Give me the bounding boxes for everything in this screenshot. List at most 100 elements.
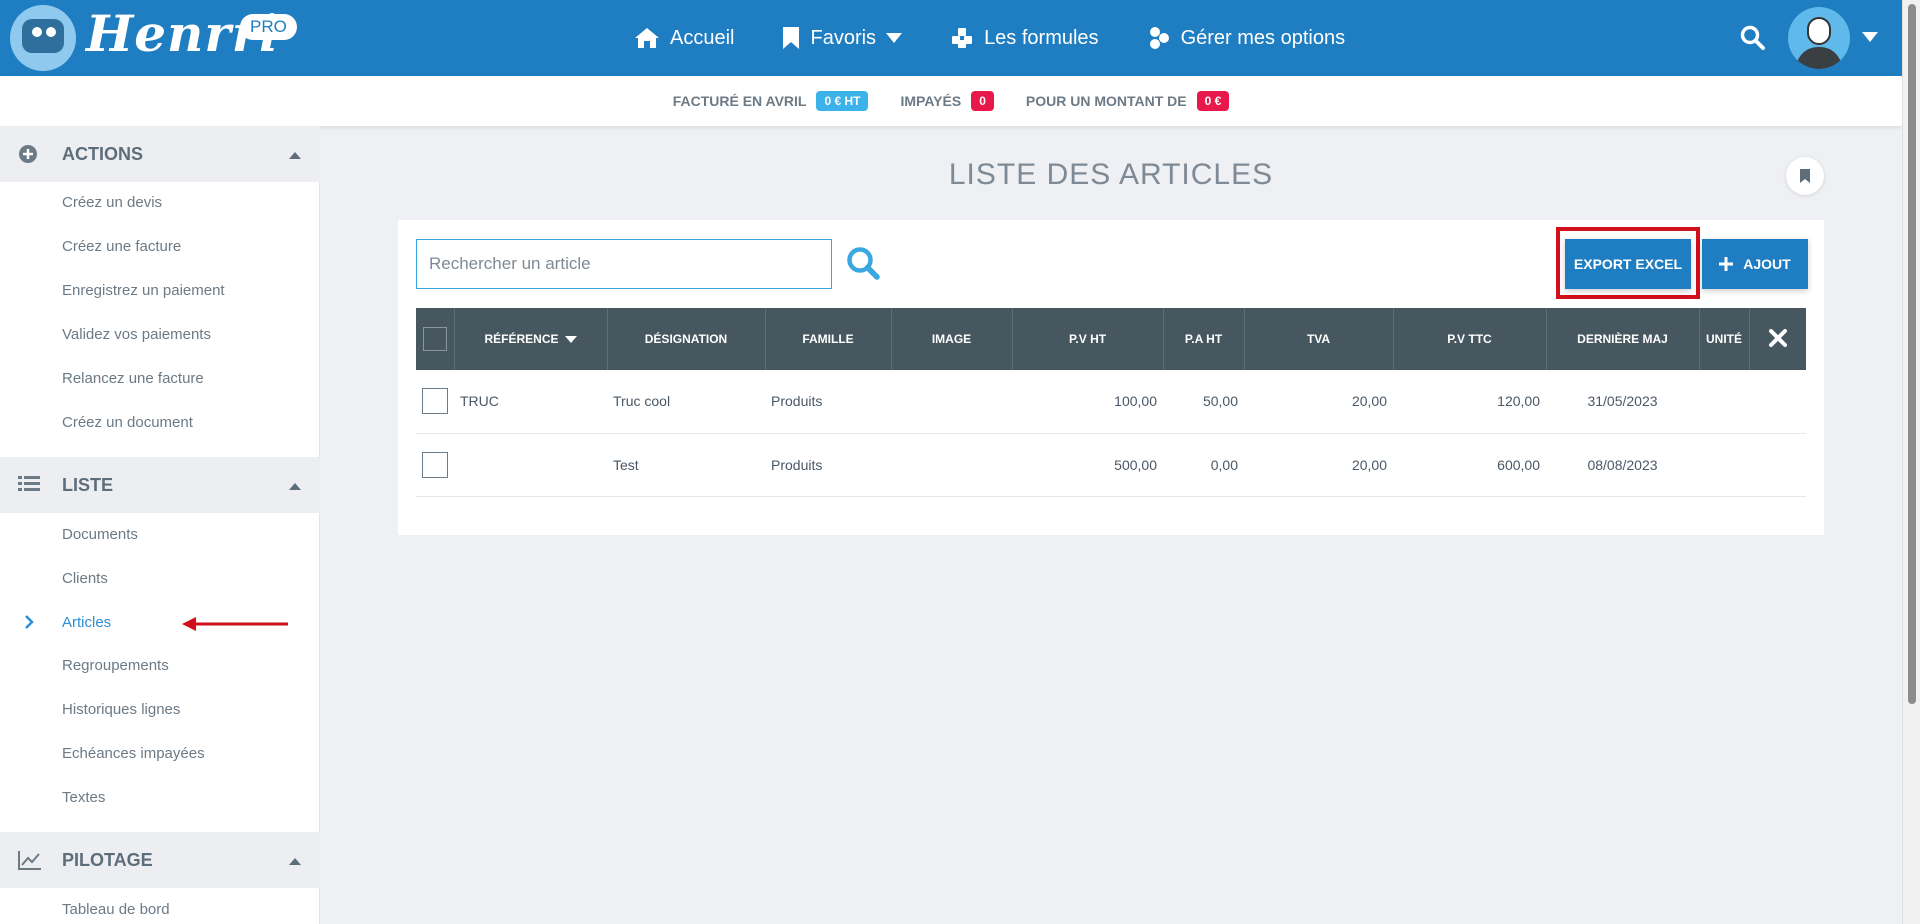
- top-navbar: Henrri PRO Accueil Favoris Les formules …: [0, 0, 1902, 76]
- plus-circle-icon: [19, 145, 37, 163]
- robot-face: [22, 19, 64, 53]
- col-unite[interactable]: UNITÉ: [1699, 308, 1750, 370]
- options-icon: [1149, 27, 1169, 49]
- table-header-row: RÉFÉRENCE DÉSIGNATION FAMILLE IMAGE P.V …: [416, 308, 1806, 370]
- cell-unite: [1699, 433, 1749, 496]
- bookmark-page-button[interactable]: [1786, 157, 1824, 195]
- cell-designation: Test: [613, 456, 639, 473]
- nav-accueil-label: Accueil: [670, 26, 735, 49]
- articles-panel: EXPORT EXCEL AJOUT RÉFÉRENCE DÉSIGNATION…: [398, 220, 1824, 535]
- nav-options[interactable]: Gérer mes options: [1147, 26, 1346, 50]
- tools-icon: [1768, 328, 1787, 347]
- cell-actions: [1749, 433, 1806, 496]
- cell-famille: Produits: [771, 456, 823, 473]
- col-designation[interactable]: DÉSIGNATION: [607, 308, 766, 370]
- table-row[interactable]: TRUC Truc cool Produits 100,00 50,00 20,…: [416, 370, 1806, 433]
- cell-pv-ttc: 120,00: [1497, 393, 1540, 410]
- robot-eye: [46, 27, 56, 37]
- cell-famille: Produits: [771, 393, 823, 410]
- stats-bar: FACTURÉ EN AVRIL 0 € HT IMPAYÉS 0 POUR U…: [0, 76, 1902, 126]
- bookmark-icon: [783, 27, 800, 49]
- sidebar-item-documents[interactable]: Documents: [62, 526, 138, 543]
- sidebar-item-creez-facture[interactable]: Créez une facture: [62, 238, 181, 255]
- col-image[interactable]: IMAGE: [891, 308, 1013, 370]
- stat-amount-label: POUR UN MONTANT DE: [1025, 93, 1187, 109]
- stat-unpaid-badge: 0: [971, 91, 994, 111]
- col-pv-ttc[interactable]: P.V TTC: [1393, 308, 1547, 370]
- cell-image: [891, 433, 1012, 496]
- search-icon[interactable]: [846, 246, 880, 280]
- chevron-down-icon[interactable]: [1862, 32, 1878, 42]
- chevron-up-icon: [289, 152, 301, 159]
- col-settings[interactable]: [1749, 308, 1806, 370]
- cell-actions: [1749, 370, 1806, 433]
- sidebar-item-tableau-de-bord[interactable]: Tableau de bord: [62, 901, 170, 918]
- nav-formules-label: Les formules: [984, 26, 1099, 49]
- export-excel-label: EXPORT EXCEL: [1573, 256, 1683, 272]
- sidebar-item-creez-devis[interactable]: Créez un devis: [62, 194, 162, 211]
- sidebar-item-textes[interactable]: Textes: [62, 789, 105, 806]
- chevron-right-icon: [25, 615, 34, 629]
- sidebar-section-liste[interactable]: LISTE: [0, 457, 320, 513]
- cell-tva: 20,00: [1351, 456, 1387, 473]
- col-pa-ht[interactable]: P.A HT: [1163, 308, 1245, 370]
- header-search-button[interactable]: [1740, 25, 1766, 56]
- cell-pa-ht: 50,00: [1202, 393, 1238, 410]
- cell-derniere-maj: 31/05/2023: [1587, 393, 1658, 410]
- row-checkbox[interactable]: [422, 451, 448, 478]
- sidebar-item-creez-document[interactable]: Créez un document: [62, 414, 193, 431]
- col-famille[interactable]: FAMILLE: [765, 308, 892, 370]
- row-checkbox[interactable]: [422, 388, 448, 415]
- stat-billed: FACTURÉ EN AVRIL 0 € HT: [673, 91, 869, 111]
- sort-desc-icon: [564, 336, 577, 344]
- page-title: LISTE DES ARTICLES: [948, 158, 1274, 191]
- select-all-checkbox[interactable]: [422, 327, 447, 351]
- user-avatar[interactable]: [1788, 7, 1850, 69]
- packages-icon: [952, 28, 973, 48]
- list-icon: [18, 476, 40, 491]
- henrri-logo[interactable]: [10, 5, 76, 71]
- scrollbar-thumb[interactable]: [1908, 4, 1916, 704]
- home-icon: [635, 28, 659, 48]
- col-pv-ht[interactable]: P.V HT: [1012, 308, 1164, 370]
- stat-billed-badge: 0 € HT: [816, 91, 869, 111]
- chevron-down-icon: [886, 33, 903, 43]
- sidebar-section-pilotage[interactable]: PILOTAGE: [0, 832, 320, 888]
- page-scrollbar[interactable]: [1902, 0, 1920, 924]
- cell-reference: TRUC: [460, 393, 499, 410]
- cell-unite: [1699, 370, 1749, 433]
- cell-tva: 20,00: [1351, 393, 1387, 410]
- nav-favoris[interactable]: Favoris: [782, 26, 903, 50]
- add-article-button[interactable]: AJOUT: [1702, 239, 1808, 289]
- bookmark-icon: [1800, 169, 1810, 183]
- stat-amount-badge: 0 €: [1196, 91, 1230, 111]
- nav-options-label: Gérer mes options: [1180, 26, 1346, 49]
- nav-accueil[interactable]: Accueil: [634, 27, 734, 50]
- sidebar-item-historiques-lignes[interactable]: Historiques lignes: [62, 701, 180, 718]
- stat-amount: POUR UN MONTANT DE 0 €: [1025, 91, 1230, 111]
- chevron-up-icon: [289, 858, 301, 865]
- sidebar-item-enregistrez-paiement[interactable]: Enregistrez un paiement: [62, 282, 225, 299]
- cell-reference: [454, 433, 607, 496]
- cell-image: [891, 370, 1012, 433]
- sidebar-item-articles[interactable]: Articles: [62, 614, 111, 631]
- cell-pv-ttc: 600,00: [1497, 456, 1540, 473]
- col-derniere-maj[interactable]: DERNIÈRE MAJ: [1546, 308, 1700, 370]
- sidebar-item-validez-paiements[interactable]: Validez vos paiements: [62, 326, 211, 343]
- sidebar-item-echeances-impayees[interactable]: Echéances impayées: [62, 745, 205, 762]
- export-excel-button[interactable]: EXPORT EXCEL: [1565, 239, 1691, 289]
- cell-pv-ht: 100,00: [1114, 393, 1157, 410]
- robot-eye: [32, 27, 42, 37]
- sidebar-item-clients[interactable]: Clients: [62, 570, 108, 587]
- table-row[interactable]: Test Produits 500,00 0,00 20,00 600,00 0…: [416, 433, 1806, 496]
- article-search-input[interactable]: [416, 239, 832, 289]
- nav-favoris-label: Favoris: [810, 26, 877, 49]
- col-tva[interactable]: TVA: [1244, 308, 1394, 370]
- cell-pa-ht: 0,00: [1210, 456, 1238, 473]
- sidebar-item-relancez-facture[interactable]: Relancez une facture: [62, 370, 204, 387]
- nav-formules[interactable]: Les formules: [950, 27, 1099, 50]
- col-reference[interactable]: RÉFÉRENCE: [454, 308, 608, 370]
- sidebar-section-actions[interactable]: ACTIONS: [0, 126, 320, 182]
- sidebar-item-regroupements[interactable]: Regroupements: [62, 657, 169, 674]
- col-reference-label: RÉFÉRENCE: [484, 332, 559, 346]
